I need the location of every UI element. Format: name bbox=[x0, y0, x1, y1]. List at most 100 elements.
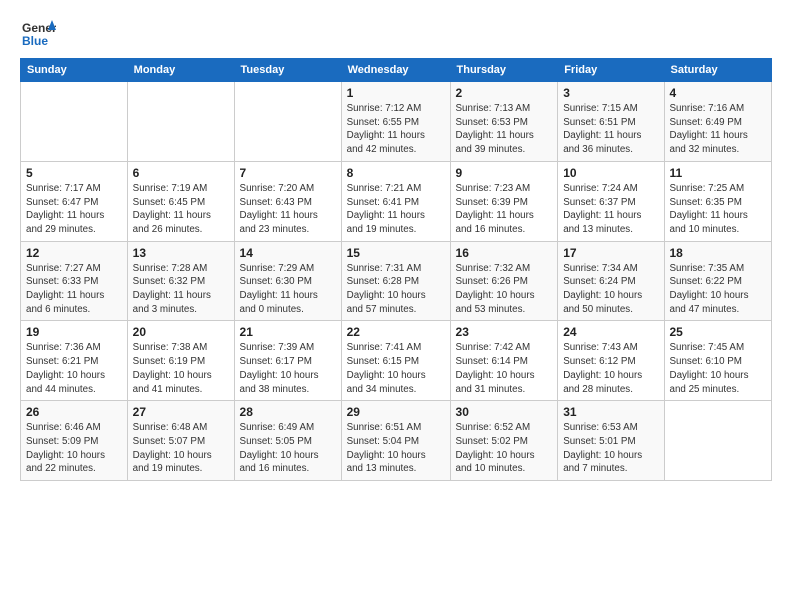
day-number: 25 bbox=[670, 325, 767, 339]
weekday-header-wednesday: Wednesday bbox=[341, 59, 450, 82]
weekday-header-friday: Friday bbox=[558, 59, 664, 82]
calendar-cell: 2 Sunrise: 7:13 AM Sunset: 6:53 PM Daylig… bbox=[450, 82, 558, 162]
day-info: Sunrise: 6:52 AM Sunset: 5:02 PM Dayligh… bbox=[456, 421, 553, 476]
calendar-cell: 1Sunrise: 7:12 AM Sunset: 6:55 PM Daylig… bbox=[341, 82, 450, 162]
day-number: 10 bbox=[563, 166, 658, 180]
day-info: Sunrise: 7:17 AM Sunset: 6:47 PM Dayligh… bbox=[26, 182, 122, 237]
day-number: 6 bbox=[133, 166, 229, 180]
day-number: 28 bbox=[240, 405, 336, 419]
calendar-cell: 22 Sunrise: 7:41 AM Sunset: 6:15 PM Dayli… bbox=[341, 321, 450, 401]
day-info: Sunrise: 6:51 AM Sunset: 5:04 PM Dayligh… bbox=[347, 421, 445, 476]
header: General Blue bbox=[20, 16, 772, 52]
day-number: 26 bbox=[26, 405, 122, 419]
day-number: 8 bbox=[347, 166, 445, 180]
calendar-cell: 13 Sunrise: 7:28 AM Sunset: 6:32 PM Dayli… bbox=[127, 241, 234, 321]
calendar-cell: 25 Sunrise: 7:45 AM Sunset: 6:10 PM Dayli… bbox=[664, 321, 772, 401]
calendar-week-row: 1Sunrise: 7:12 AM Sunset: 6:55 PM Daylig… bbox=[21, 82, 772, 162]
day-number: 18 bbox=[670, 246, 767, 260]
day-info: Sunrise: 7:29 AM Sunset: 6:30 PM Dayligh… bbox=[240, 262, 336, 317]
day-number: 27 bbox=[133, 405, 229, 419]
calendar-cell: 3 Sunrise: 7:15 AM Sunset: 6:51 PM Daylig… bbox=[558, 82, 664, 162]
calendar-cell: 26 Sunrise: 6:46 AM Sunset: 5:09 PM Dayli… bbox=[21, 401, 128, 481]
calendar-cell: 27 Sunrise: 6:48 AM Sunset: 5:07 PM Dayli… bbox=[127, 401, 234, 481]
day-number: 4 bbox=[670, 86, 767, 100]
day-info: Sunrise: 7:21 AM Sunset: 6:41 PM Dayligh… bbox=[347, 182, 445, 237]
weekday-header-monday: Monday bbox=[127, 59, 234, 82]
calendar-week-row: 5 Sunrise: 7:17 AM Sunset: 6:47 PM Daylig… bbox=[21, 161, 772, 241]
day-info: Sunrise: 7:16 AM Sunset: 6:49 PM Dayligh… bbox=[670, 102, 767, 157]
calendar-cell: 21 Sunrise: 7:39 AM Sunset: 6:17 PM Dayli… bbox=[234, 321, 341, 401]
day-info: Sunrise: 7:39 AM Sunset: 6:17 PM Dayligh… bbox=[240, 341, 336, 396]
calendar-cell: 14Sunrise: 7:29 AM Sunset: 6:30 PM Dayli… bbox=[234, 241, 341, 321]
calendar-cell: 28Sunrise: 6:49 AM Sunset: 5:05 PM Dayli… bbox=[234, 401, 341, 481]
day-info: Sunrise: 7:15 AM Sunset: 6:51 PM Dayligh… bbox=[563, 102, 658, 157]
day-number: 24 bbox=[563, 325, 658, 339]
calendar-cell: 6 Sunrise: 7:19 AM Sunset: 6:45 PM Daylig… bbox=[127, 161, 234, 241]
day-number: 2 bbox=[456, 86, 553, 100]
calendar-week-row: 26 Sunrise: 6:46 AM Sunset: 5:09 PM Dayli… bbox=[21, 401, 772, 481]
calendar-cell: 20 Sunrise: 7:38 AM Sunset: 6:19 PM Dayli… bbox=[127, 321, 234, 401]
calendar-cell bbox=[127, 82, 234, 162]
day-info: Sunrise: 7:31 AM Sunset: 6:28 PM Dayligh… bbox=[347, 262, 445, 317]
calendar-week-row: 19Sunrise: 7:36 AM Sunset: 6:21 PM Dayli… bbox=[21, 321, 772, 401]
day-number: 30 bbox=[456, 405, 553, 419]
day-info: Sunrise: 7:23 AM Sunset: 6:39 PM Dayligh… bbox=[456, 182, 553, 237]
day-info: Sunrise: 7:36 AM Sunset: 6:21 PM Dayligh… bbox=[26, 341, 122, 396]
day-number: 11 bbox=[670, 166, 767, 180]
day-info: Sunrise: 7:20 AM Sunset: 6:43 PM Dayligh… bbox=[240, 182, 336, 237]
day-info: Sunrise: 7:13 AM Sunset: 6:53 PM Dayligh… bbox=[456, 102, 553, 157]
day-number: 9 bbox=[456, 166, 553, 180]
logo-icon: General Blue bbox=[20, 16, 56, 52]
day-info: Sunrise: 7:25 AM Sunset: 6:35 PM Dayligh… bbox=[670, 182, 767, 237]
day-info: Sunrise: 6:53 AM Sunset: 5:01 PM Dayligh… bbox=[563, 421, 658, 476]
calendar-cell: 5 Sunrise: 7:17 AM Sunset: 6:47 PM Daylig… bbox=[21, 161, 128, 241]
weekday-header-saturday: Saturday bbox=[664, 59, 772, 82]
day-info: Sunrise: 7:27 AM Sunset: 6:33 PM Dayligh… bbox=[26, 262, 122, 317]
calendar-cell: 9 Sunrise: 7:23 AM Sunset: 6:39 PM Daylig… bbox=[450, 161, 558, 241]
weekday-header-sunday: Sunday bbox=[21, 59, 128, 82]
calendar-cell: 17 Sunrise: 7:34 AM Sunset: 6:24 PM Dayli… bbox=[558, 241, 664, 321]
day-number: 3 bbox=[563, 86, 658, 100]
day-number: 31 bbox=[563, 405, 658, 419]
day-number: 13 bbox=[133, 246, 229, 260]
day-info: Sunrise: 7:45 AM Sunset: 6:10 PM Dayligh… bbox=[670, 341, 767, 396]
day-number: 17 bbox=[563, 246, 658, 260]
page-wrapper: General Blue SundayMondayTuesdayWednesda… bbox=[20, 16, 772, 481]
calendar-cell: 18Sunrise: 7:35 AM Sunset: 6:22 PM Dayli… bbox=[664, 241, 772, 321]
calendar-cell bbox=[234, 82, 341, 162]
day-info: Sunrise: 7:32 AM Sunset: 6:26 PM Dayligh… bbox=[456, 262, 553, 317]
day-number: 5 bbox=[26, 166, 122, 180]
day-number: 21 bbox=[240, 325, 336, 339]
svg-text:Blue: Blue bbox=[22, 34, 48, 48]
day-number: 29 bbox=[347, 405, 445, 419]
logo: General Blue bbox=[20, 16, 56, 52]
day-number: 22 bbox=[347, 325, 445, 339]
calendar-cell: 15 Sunrise: 7:31 AM Sunset: 6:28 PM Dayli… bbox=[341, 241, 450, 321]
day-number: 12 bbox=[26, 246, 122, 260]
calendar-cell: 31 Sunrise: 6:53 AM Sunset: 5:01 PM Dayli… bbox=[558, 401, 664, 481]
calendar-cell: 7Sunrise: 7:20 AM Sunset: 6:43 PM Daylig… bbox=[234, 161, 341, 241]
calendar-cell: 11 Sunrise: 7:25 AM Sunset: 6:35 PM Dayli… bbox=[664, 161, 772, 241]
day-number: 15 bbox=[347, 246, 445, 260]
day-number: 23 bbox=[456, 325, 553, 339]
day-number: 16 bbox=[456, 246, 553, 260]
day-info: Sunrise: 7:28 AM Sunset: 6:32 PM Dayligh… bbox=[133, 262, 229, 317]
day-info: Sunrise: 7:41 AM Sunset: 6:15 PM Dayligh… bbox=[347, 341, 445, 396]
day-info: Sunrise: 6:46 AM Sunset: 5:09 PM Dayligh… bbox=[26, 421, 122, 476]
calendar-header-row: SundayMondayTuesdayWednesdayThursdayFrid… bbox=[21, 59, 772, 82]
day-info: Sunrise: 7:38 AM Sunset: 6:19 PM Dayligh… bbox=[133, 341, 229, 396]
day-info: Sunrise: 7:12 AM Sunset: 6:55 PM Dayligh… bbox=[347, 102, 445, 157]
weekday-header-tuesday: Tuesday bbox=[234, 59, 341, 82]
calendar-cell bbox=[21, 82, 128, 162]
calendar-cell: 29 Sunrise: 6:51 AM Sunset: 5:04 PM Dayli… bbox=[341, 401, 450, 481]
day-info: Sunrise: 7:24 AM Sunset: 6:37 PM Dayligh… bbox=[563, 182, 658, 237]
calendar-cell: 19Sunrise: 7:36 AM Sunset: 6:21 PM Dayli… bbox=[21, 321, 128, 401]
day-info: Sunrise: 7:42 AM Sunset: 6:14 PM Dayligh… bbox=[456, 341, 553, 396]
day-number: 20 bbox=[133, 325, 229, 339]
calendar-cell: 24Sunrise: 7:43 AM Sunset: 6:12 PM Dayli… bbox=[558, 321, 664, 401]
calendar-cell: 10 Sunrise: 7:24 AM Sunset: 6:37 PM Dayli… bbox=[558, 161, 664, 241]
day-info: Sunrise: 7:19 AM Sunset: 6:45 PM Dayligh… bbox=[133, 182, 229, 237]
day-info: Sunrise: 7:34 AM Sunset: 6:24 PM Dayligh… bbox=[563, 262, 658, 317]
day-info: Sunrise: 6:48 AM Sunset: 5:07 PM Dayligh… bbox=[133, 421, 229, 476]
calendar-week-row: 12 Sunrise: 7:27 AM Sunset: 6:33 PM Dayli… bbox=[21, 241, 772, 321]
